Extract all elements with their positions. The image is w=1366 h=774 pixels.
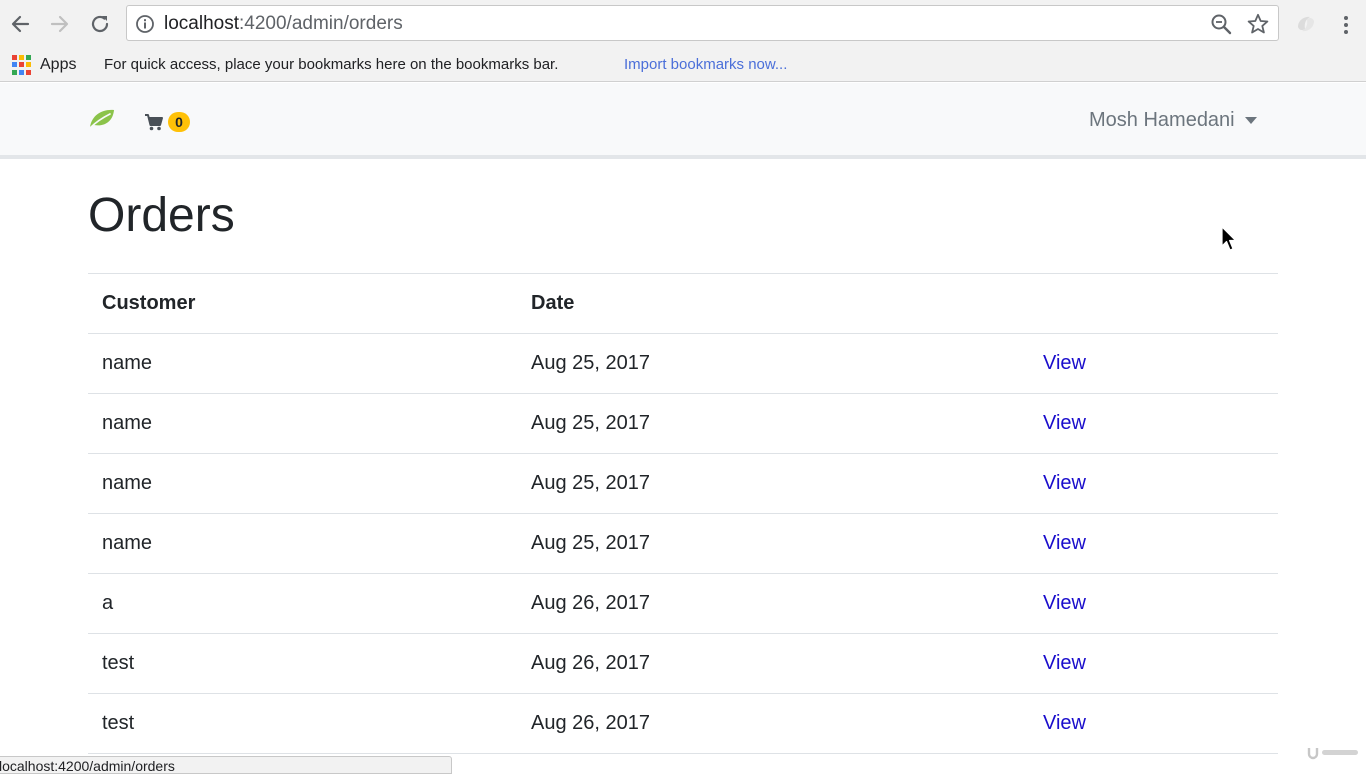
- reload-button[interactable]: [88, 12, 112, 36]
- more-vert-icon[interactable]: [1337, 13, 1355, 37]
- orders-table: Customer Date name Aug 25, 2017 View nam…: [88, 273, 1278, 754]
- caret-down-icon: [1244, 117, 1257, 124]
- arrow-right-icon: [50, 15, 69, 33]
- info-icon[interactable]: [135, 14, 155, 34]
- action-cell: View: [1029, 573, 1278, 634]
- action-cell: View: [1029, 633, 1278, 694]
- table-row: name Aug 25, 2017 View: [88, 513, 1278, 574]
- url-path: :4200/admin/orders: [239, 13, 403, 34]
- table-row: test Aug 26, 2017 View: [88, 693, 1278, 754]
- import-bookmarks-link[interactable]: Import bookmarks now...: [624, 56, 787, 73]
- mouse-cursor-icon: [1221, 226, 1237, 251]
- arrow-left-icon: [11, 15, 30, 33]
- leaf-icon[interactable]: [88, 107, 116, 131]
- apps-label: Apps: [40, 56, 77, 73]
- address-bar[interactable]: localhost:4200/admin/orders: [126, 5, 1279, 41]
- table-row: name Aug 25, 2017 View: [88, 333, 1278, 394]
- customer-cell: name: [88, 453, 517, 514]
- action-cell: View: [1029, 453, 1278, 514]
- header-customer: Customer: [88, 273, 517, 334]
- date-cell: Aug 25, 2017: [517, 513, 1029, 574]
- header-actions: [1029, 273, 1278, 334]
- back-button[interactable]: [8, 12, 32, 36]
- date-cell: Aug 25, 2017: [517, 393, 1029, 454]
- cart-count-badge: 0: [168, 112, 190, 132]
- zoom-icon[interactable]: [1210, 13, 1232, 35]
- customer-cell: name: [88, 513, 517, 574]
- browser-toolbar: localhost:4200/admin/orders: [0, 0, 1366, 48]
- shopping-cart-link[interactable]: 0: [144, 111, 190, 133]
- view-order-link[interactable]: View: [1043, 472, 1086, 494]
- header-date: Date: [517, 273, 1029, 334]
- cart-icon: [145, 114, 163, 131]
- apps-shortcut[interactable]: Apps: [12, 54, 76, 76]
- date-cell: Aug 26, 2017: [517, 633, 1029, 694]
- date-cell: Aug 25, 2017: [517, 453, 1029, 514]
- link-status-bar: localhost:4200/admin/orders: [0, 756, 452, 774]
- date-cell: Aug 25, 2017: [517, 333, 1029, 394]
- table-row: a Aug 26, 2017 View: [88, 573, 1278, 634]
- date-cell: Aug 26, 2017: [517, 573, 1029, 634]
- customer-cell: test: [88, 633, 517, 694]
- star-icon[interactable]: [1246, 12, 1270, 36]
- view-order-link[interactable]: View: [1043, 592, 1086, 614]
- action-cell: View: [1029, 693, 1278, 754]
- action-cell: View: [1029, 513, 1278, 574]
- view-order-link[interactable]: View: [1043, 652, 1086, 674]
- table-header-row: Customer Date: [88, 273, 1278, 334]
- page-title: Orders: [88, 189, 235, 242]
- action-cell: View: [1029, 393, 1278, 454]
- bookmarks-bar: Apps For quick access, place your bookma…: [0, 48, 1366, 82]
- user-name: Mosh Hamedani: [1089, 109, 1235, 131]
- customer-cell: test: [88, 693, 517, 754]
- customer-cell: name: [88, 333, 517, 394]
- view-order-link[interactable]: View: [1043, 532, 1086, 554]
- table-row: test Aug 26, 2017 View: [88, 633, 1278, 694]
- view-order-link[interactable]: View: [1043, 412, 1086, 434]
- date-cell: Aug 26, 2017: [517, 693, 1029, 754]
- bookmarks-hint: For quick access, place your bookmarks h…: [104, 56, 559, 73]
- view-order-link[interactable]: View: [1043, 352, 1086, 374]
- apps-grid-icon: [12, 55, 32, 75]
- customer-cell: a: [88, 573, 517, 634]
- user-dropdown[interactable]: Mosh Hamedani: [1089, 109, 1257, 132]
- view-order-link[interactable]: View: [1043, 712, 1086, 734]
- customer-cell: name: [88, 393, 517, 454]
- extension-icon[interactable]: [1294, 13, 1318, 35]
- forward-button[interactable]: [48, 12, 72, 36]
- udemy-watermark-icon: [1307, 748, 1358, 760]
- action-cell: View: [1029, 333, 1278, 394]
- table-row: name Aug 25, 2017 View: [88, 453, 1278, 514]
- url-text[interactable]: localhost:4200/admin/orders: [164, 13, 403, 35]
- table-row: name Aug 25, 2017 View: [88, 393, 1278, 454]
- url-host: localhost: [164, 13, 239, 34]
- reload-icon: [91, 15, 109, 33]
- app-navbar: 0 Mosh Hamedani: [0, 83, 1366, 159]
